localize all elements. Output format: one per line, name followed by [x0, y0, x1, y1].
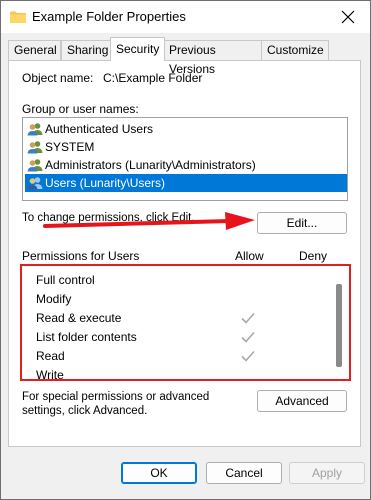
folder-icon: [10, 11, 26, 23]
permissions-scrollbar[interactable]: [336, 284, 342, 367]
advanced-button[interactable]: Advanced: [257, 390, 347, 412]
group-item-authenticated-users[interactable]: Authenticated Users: [25, 120, 347, 138]
apply-button[interactable]: Apply: [289, 462, 365, 484]
special-permissions-text: For special permissions or advanced sett…: [22, 391, 210, 417]
change-permissions-text: To change permissions, click Edit.: [22, 212, 195, 224]
permission-name: Modify: [36, 291, 72, 306]
permissions-header: Permissions for Users: [22, 249, 140, 263]
permissions-list[interactable]: Full control Modify Read & execute List …: [20, 264, 351, 384]
group-item-label: Administrators (Lunarity\Administrators): [45, 158, 256, 172]
permission-row: Read & execute: [36, 308, 121, 327]
tab-general[interactable]: General: [8, 40, 61, 60]
close-icon: [341, 10, 355, 24]
users-icon: [27, 123, 43, 136]
permission-row: Full control: [36, 270, 95, 289]
group-item-users[interactable]: Users (Lunarity\Users): [25, 174, 347, 192]
group-item-administrators[interactable]: Administrators (Lunarity\Administrators): [25, 156, 347, 174]
users-icon: [27, 141, 43, 154]
allow-column-header: Allow: [235, 249, 264, 263]
group-item-label: SYSTEM: [45, 140, 95, 154]
permission-name: Write: [36, 367, 64, 382]
edit-button[interactable]: Edit...: [257, 212, 347, 234]
permission-row: Read: [36, 346, 65, 365]
ok-button[interactable]: OK: [121, 462, 197, 484]
tab-customize[interactable]: Customize: [261, 40, 329, 60]
permission-row: List folder contents: [36, 327, 137, 346]
allow-check-icon: [241, 331, 255, 343]
object-name-value: C:\Example Folder: [103, 71, 203, 85]
cancel-button[interactable]: Cancel: [206, 462, 282, 484]
tab-sharing[interactable]: Sharing: [61, 40, 113, 60]
deny-column-header: Deny: [299, 249, 328, 263]
permission-name: List folder contents: [36, 329, 137, 344]
users-icon: [27, 177, 43, 190]
permission-name: Read: [36, 348, 65, 363]
group-item-system[interactable]: SYSTEM: [25, 138, 347, 156]
users-icon: [27, 159, 43, 172]
permission-row: Write: [36, 365, 64, 384]
group-item-label: Authenticated Users: [45, 122, 154, 136]
group-label: Group or user names:: [22, 102, 139, 116]
group-list[interactable]: Authenticated Users SYSTEM Administrator…: [22, 117, 348, 201]
window-title: Example Folder Properties: [32, 9, 186, 24]
tab-previous-versions[interactable]: Previous Versions: [163, 40, 263, 76]
group-item-label: Users (Lunarity\Users): [45, 176, 166, 190]
tab-security[interactable]: Security: [110, 37, 165, 61]
object-name-label: Object name:: [22, 71, 94, 85]
close-button[interactable]: [332, 5, 364, 29]
allow-check-icon: [241, 312, 255, 324]
permission-name: Full control: [36, 272, 95, 287]
title-bar: Example Folder Properties: [1, 1, 370, 33]
permission-row: Modify: [36, 289, 71, 308]
permission-name: Read & execute: [36, 310, 122, 325]
allow-check-icon: [241, 350, 255, 362]
